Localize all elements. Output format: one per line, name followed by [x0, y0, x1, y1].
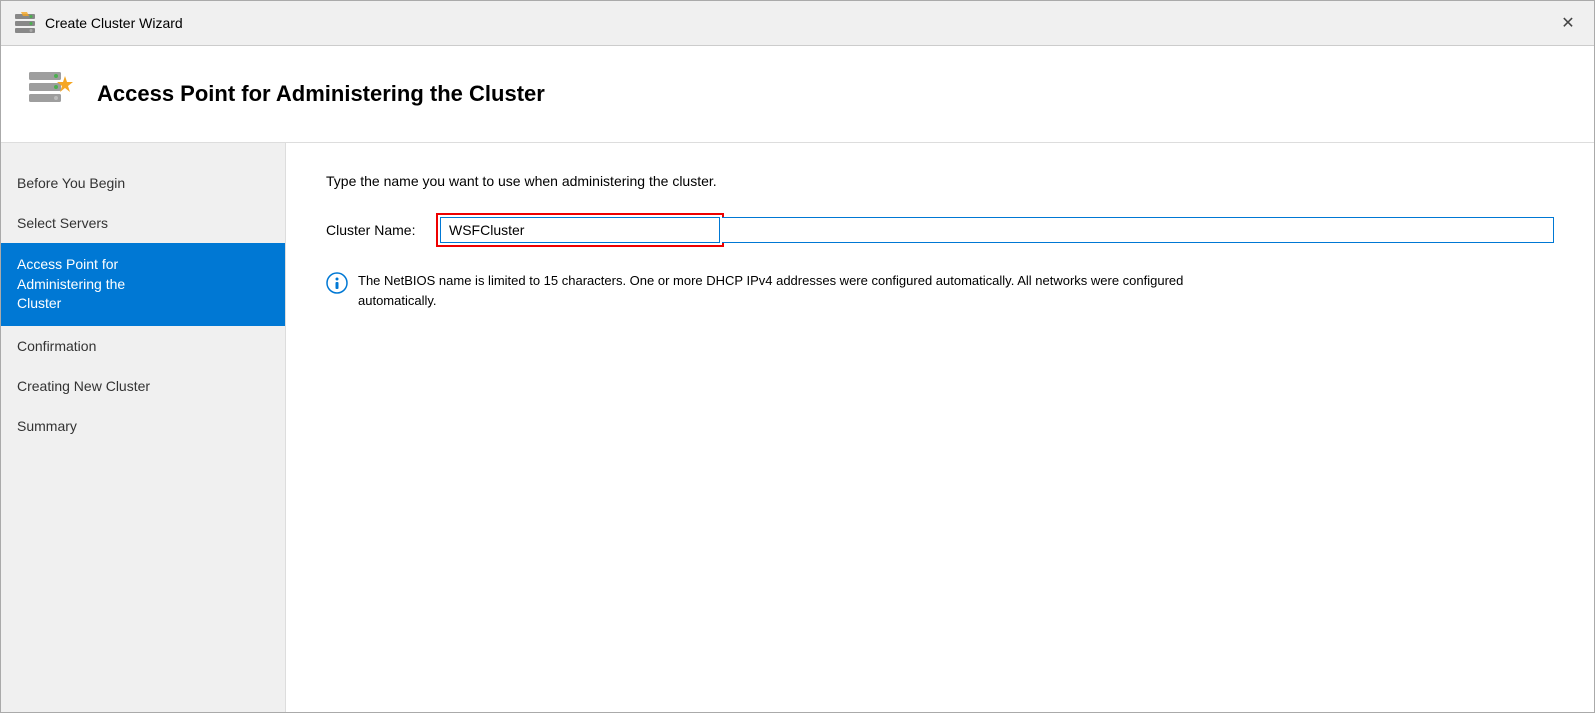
content-area: Before You Begin Select Servers Access P…: [1, 143, 1594, 712]
header-area: Access Point for Administering the Clust…: [1, 46, 1594, 143]
info-icon: [326, 272, 348, 294]
instruction-text: Type the name you want to use when admin…: [326, 173, 1554, 189]
cluster-name-input-extended[interactable]: [722, 217, 1554, 243]
sidebar-item-creating-new-cluster[interactable]: Creating New Cluster: [1, 366, 285, 406]
page-title: Access Point for Administering the Clust…: [97, 81, 545, 107]
sidebar-item-select-servers[interactable]: Select Servers: [1, 203, 285, 243]
title-bar: Create Cluster Wizard ✕: [1, 1, 1594, 46]
wizard-window: Create Cluster Wizard ✕ Access Point for…: [0, 0, 1595, 713]
sidebar: Before You Begin Select Servers Access P…: [1, 143, 286, 712]
info-message: The NetBIOS name is limited to 15 charac…: [358, 271, 1226, 310]
cluster-name-input[interactable]: [440, 217, 720, 243]
close-button[interactable]: ✕: [1554, 9, 1582, 37]
sidebar-item-confirmation[interactable]: Confirmation: [1, 326, 285, 366]
cluster-name-label: Cluster Name:: [326, 222, 436, 238]
info-box: The NetBIOS name is limited to 15 charac…: [326, 271, 1226, 310]
header-icon: [25, 66, 81, 122]
sidebar-item-access-point[interactable]: Access Point forAdministering theCluster: [1, 243, 285, 326]
title-bar-left: Create Cluster Wizard: [13, 11, 183, 35]
sidebar-item-summary[interactable]: Summary: [1, 406, 285, 446]
sidebar-item-before-you-begin[interactable]: Before You Begin: [1, 163, 285, 203]
window-title: Create Cluster Wizard: [45, 15, 183, 31]
cluster-name-highlight-box: [436, 213, 724, 247]
main-form-area: Type the name you want to use when admin…: [286, 143, 1594, 712]
cluster-name-row: Cluster Name:: [326, 213, 1554, 247]
window-icon: [13, 11, 37, 35]
